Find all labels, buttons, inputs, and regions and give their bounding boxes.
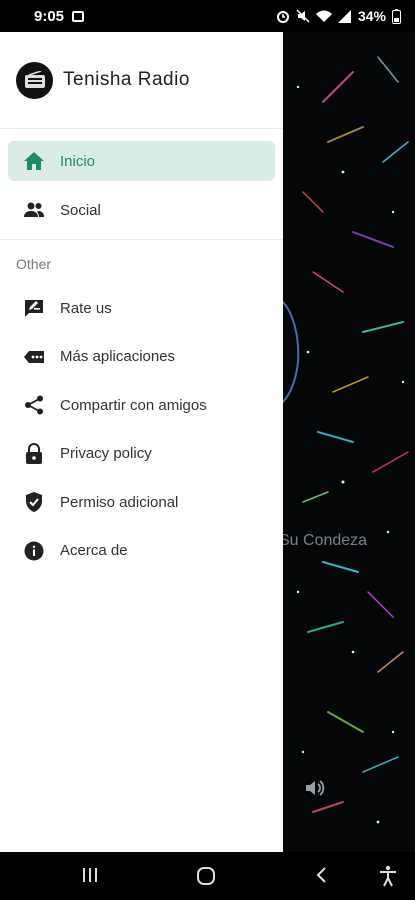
nav-item-label: Permiso adicional [60,493,179,511]
signal-icon [337,9,351,23]
shield-icon [23,491,45,513]
back-button[interactable] [314,866,330,884]
nav-item-privacy-policy[interactable]: Privacy policy [8,434,275,474]
info-icon [23,540,45,562]
volume-icon[interactable] [303,777,325,799]
rate-icon [23,297,45,319]
nav-item-permiso-adicional[interactable]: Permiso adicional [8,482,275,522]
nav-item-rate-us[interactable]: Rate us [8,288,275,328]
app-title: Tenisha Radio [63,69,190,90]
home-icon [23,150,45,172]
more-apps-icon [23,346,45,368]
other-nav: Rate us Más aplicaciones Compartir con a… [0,280,283,571]
nav-item-inicio[interactable]: Inicio [8,141,275,181]
nav-item-label: Privacy policy [60,445,152,462]
home-button[interactable] [196,866,216,886]
radio-logo-icon [16,61,53,99]
gallery-icon [72,10,85,22]
status-time: 9:05 [34,7,65,25]
people-icon [23,199,45,221]
wifi-icon [315,10,332,22]
recent-apps-button[interactable] [81,866,99,884]
nav-item-mas-aplicaciones[interactable]: Más aplicaciones [8,337,275,377]
nav-item-label: Inicio [60,152,96,170]
status-bar: 9:05 34% [0,0,415,32]
nav-item-label: Más aplicaciones [60,348,176,365]
nav-item-label: Acerca de [60,542,128,559]
nav-item-label: Compartir con amigos [60,396,207,414]
battery-icon [392,8,401,24]
navigation-drawer: Tenisha Radio Inicio Social Other Rate u… [0,32,283,852]
accessibility-icon[interactable] [378,865,398,887]
background-text: Su Condeza [283,532,368,549]
section-label-other: Other [16,256,52,272]
nav-item-acerca-de[interactable]: Acerca de [8,531,275,571]
status-icons: 34% [276,8,401,24]
system-nav-bar [0,852,415,900]
nav-item-compartir[interactable]: Compartir con amigos [8,385,275,425]
nav-item-label: Social [60,201,101,219]
share-icon [23,394,45,416]
background-app: Su Condeza [283,32,415,852]
main-nav: Inicio Social [0,129,283,230]
drawer-header: Tenisha Radio [0,32,283,129]
nav-item-label: Rate us [60,299,112,317]
nav-item-social[interactable]: Social [8,190,275,230]
battery-percent: 34% [357,8,386,24]
lock-icon [23,442,45,465]
mute-icon [296,9,310,23]
starfield-image [283,56,409,824]
alarm-icon [276,11,289,23]
